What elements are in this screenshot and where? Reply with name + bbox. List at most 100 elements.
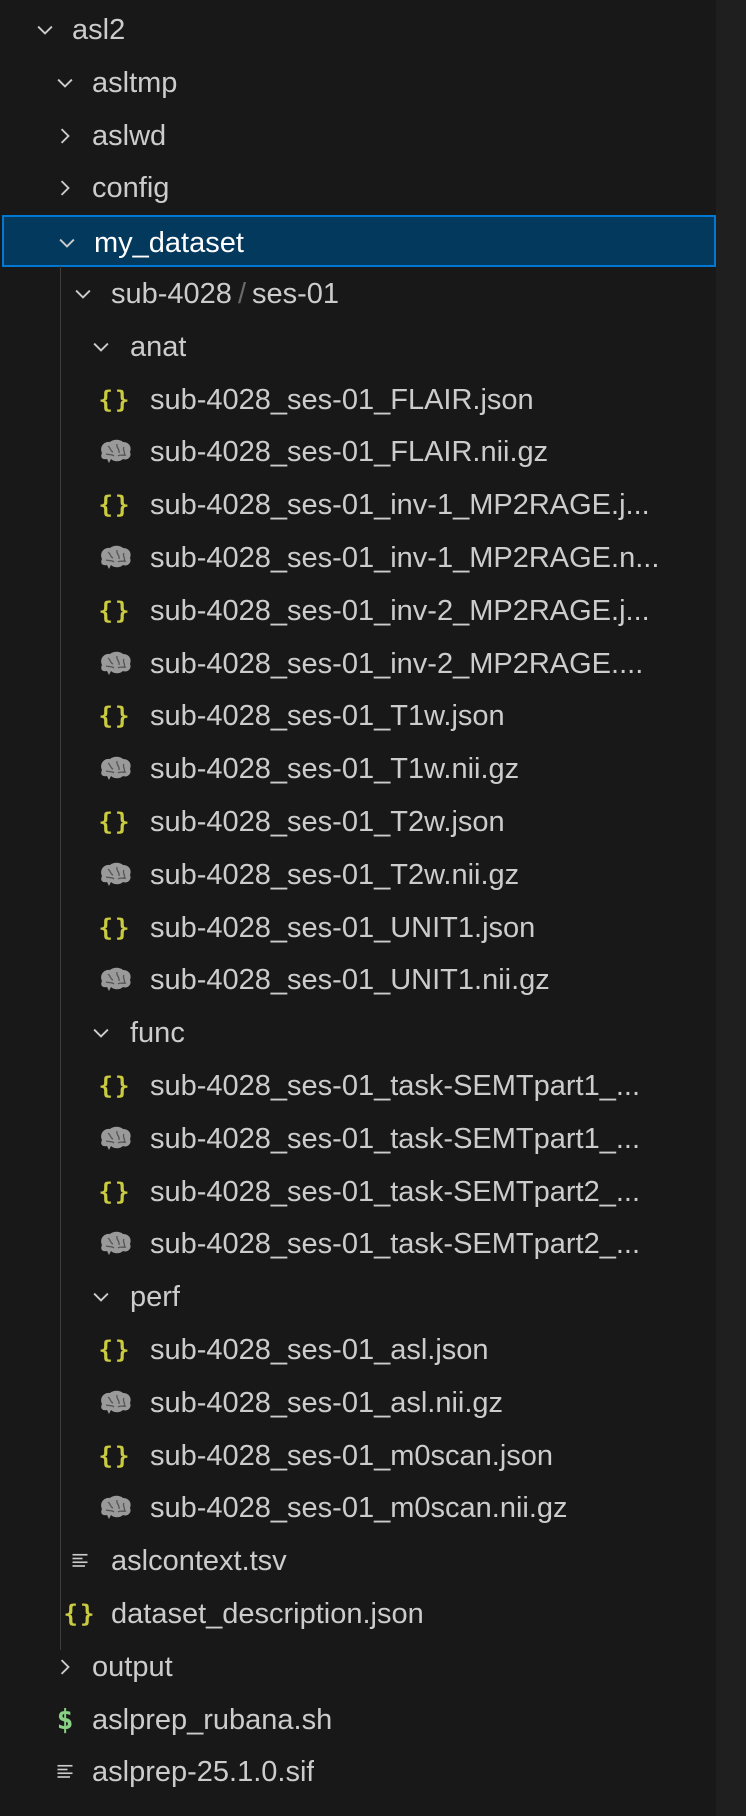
tree-folder-asl2[interactable]: asl2 (0, 4, 716, 56)
tree-item-label: sub-4028_ses-01_UNIT1.nii.gz (150, 954, 550, 1006)
brain-icon (94, 1218, 136, 1270)
tree-file-sub-4028-ses-01-task-semtpart1[interactable]: sub-4028_ses-01_task-SEMTpart1_... (0, 1113, 716, 1165)
tree-file-aslcontext-tsv[interactable]: aslcontext.tsv (0, 1535, 716, 1587)
tree-file-sub-4028-ses-01-asl-json[interactable]: {} sub-4028_ses-01_asl.json (0, 1324, 716, 1376)
indent-guide (60, 266, 61, 1650)
chevron-right-icon[interactable] (50, 1641, 80, 1693)
tree-item-label: sub-4028_ses-01_asl.nii.gz (150, 1377, 503, 1429)
tree-folder-asltmp[interactable]: asltmp (0, 57, 716, 109)
tree-item-label: sub-4028_ses-01_T2w.nii.gz (150, 849, 519, 901)
chevron-down-icon[interactable] (68, 268, 98, 320)
tree-file-sub-4028-ses-01-flair-json[interactable]: {} sub-4028_ses-01_FLAIR.json (0, 374, 716, 426)
chevron-down-icon[interactable] (52, 217, 82, 269)
tree-item-label-text: dataset_description.json (111, 1598, 424, 1630)
tree-file-sub-4028-ses-01-m0scan-nii-gz[interactable]: sub-4028_ses-01_m0scan.nii.gz (0, 1482, 716, 1534)
tree-item-label-text: aslprep_rubana.sh (92, 1703, 333, 1736)
tree-item-label: sub-4028_ses-01_asl.json (150, 1324, 489, 1376)
json-braces-icon: {} (98, 1336, 132, 1364)
tree-item-label: dataset_description.json (111, 1588, 424, 1640)
tree-item-label-segment: ses-01 (252, 278, 340, 310)
tree-file-aslprep-rubana-sh[interactable]: $ aslprep_rubana.sh (0, 1694, 716, 1746)
json-braces-icon: {} (98, 702, 132, 731)
tree-item-label: sub-4028/ses-01 (111, 268, 339, 320)
tree-item-label: aslprep-25.1.0.sif (92, 1746, 314, 1798)
json-braces-icon: {} (98, 596, 132, 625)
tree-file-sub-4028-ses-01-t1w-nii-gz[interactable]: sub-4028_ses-01_T1w.nii.gz (0, 743, 716, 795)
tree-file-sub-4028-ses-01-m0scan-json[interactable]: {} sub-4028_ses-01_m0scan.json (0, 1430, 716, 1482)
tree-file-aslprep-25-1-0-sif[interactable]: aslprep-25.1.0.sif (0, 1746, 716, 1798)
tree-folder-perf[interactable]: perf (0, 1271, 716, 1323)
tree-item-label-text: sub-4028_ses-01_inv-1_MP2RAGE.n... (150, 542, 660, 574)
chevron-down-icon[interactable] (50, 57, 80, 109)
tree-item-label-text: sub-4028_ses-01_m0scan.nii.gz (150, 1492, 568, 1525)
tree-file-sub-4028-ses-01-t2w-nii-gz[interactable]: sub-4028_ses-01_T2w.nii.gz (0, 849, 716, 901)
tree-file-dataset-description-json[interactable]: {} dataset_description.json (0, 1588, 716, 1640)
tree-item-label-text: sub-4028_ses-01_asl.nii.gz (150, 1386, 504, 1419)
tree-item-label: asltmp (92, 57, 177, 109)
dollar-icon: $ (56, 1703, 74, 1737)
chevron-down-icon[interactable] (86, 321, 116, 373)
tree-folder-my-dataset[interactable]: my_dataset (2, 215, 716, 269)
tree-file-sub-4028-ses-01-inv-2-mp2rage[interactable]: sub-4028_ses-01_inv-2_MP2RAGE.... (0, 638, 716, 690)
tree-item-label-text: sub-4028_ses-01_FLAIR.nii.gz (150, 436, 549, 469)
json-braces-icon: {} (98, 491, 132, 520)
brain-icon (94, 1482, 136, 1534)
chevron-right-icon[interactable] (50, 110, 80, 162)
chevron-down-icon[interactable] (86, 1007, 116, 1059)
json-braces-icon: {} (63, 1600, 97, 1628)
tree-file-sub-4028-ses-01-inv-2-mp2rage-j[interactable]: {} sub-4028_ses-01_inv-2_MP2RAGE.j... (0, 585, 716, 637)
tree-item-label: sub-4028_ses-01_FLAIR.json (150, 374, 534, 426)
tree-item-label-text: sub-4028_ses-01_inv-2_MP2RAGE.j... (150, 594, 650, 627)
tree-folder-aslwd[interactable]: aslwd (0, 110, 716, 162)
explorer-tree: asl2 asltmp aslwd config my_dataset sub-4028/… (0, 0, 716, 1816)
json-braces-icon: {} (98, 808, 132, 836)
tree-folder-anat[interactable]: anat (0, 321, 716, 373)
json-braces-icon: {} (98, 1177, 132, 1206)
tree-folder-output[interactable]: output (0, 1641, 716, 1693)
compact-folder-separator: / (237, 278, 246, 310)
chevron-right-icon[interactable] (50, 162, 80, 214)
tree-item-label: sub-4028_ses-01_inv-1_MP2RAGE.j... (150, 479, 650, 531)
tree-item-label-text: sub-4028_ses-01_task-SEMTpart2_... (150, 1175, 641, 1208)
tree-item-label-text: sub-4028_ses-01_task-SEMTpart1_... (150, 1122, 641, 1155)
tree-file-sub-4028-ses-01-task-semtpart2[interactable]: {} sub-4028_ses-01_task-SEMTpart2_... (0, 1166, 716, 1218)
tree-item-label: sub-4028_ses-01_inv-2_MP2RAGE.j... (150, 585, 650, 637)
tree-file-sub-4028-ses-01-unit1-nii-gz[interactable]: sub-4028_ses-01_UNIT1.nii.gz (0, 954, 716, 1006)
tree-file-sub-4028-ses-01-t2w-json[interactable]: {} sub-4028_ses-01_T2w.json (0, 796, 716, 848)
tree-item-label: perf (130, 1271, 180, 1323)
tree-file-sub-4028-ses-01-flair-nii-gz[interactable]: sub-4028_ses-01_FLAIR.nii.gz (0, 426, 716, 478)
tree-item-label: sub-4028_ses-01_FLAIR.nii.gz (150, 426, 548, 478)
brain-icon (94, 532, 136, 584)
tree-item-label: config (92, 162, 169, 214)
tree-item-label-text: sub-4028_ses-01_inv-2_MP2RAGE.... (150, 647, 644, 680)
brain-icon (94, 1113, 136, 1165)
tree-file-sub-4028-ses-01-task-semtpart1[interactable]: {} sub-4028_ses-01_task-SEMTpart1_... (0, 1060, 716, 1112)
tree-folder-sub-4028[interactable]: sub-4028/ses-01 (0, 268, 716, 320)
chevron-down-icon[interactable] (30, 4, 60, 56)
tree-item-label-text: config (92, 172, 170, 205)
text-lines-icon (65, 1535, 95, 1587)
brain-icon (94, 638, 136, 690)
tree-file-sub-4028-ses-01-asl-nii-gz[interactable]: sub-4028_ses-01_asl.nii.gz (0, 1377, 716, 1429)
tree-folder-config[interactable]: config (0, 162, 716, 214)
tree-item-label-text: perf (130, 1281, 180, 1314)
tree-item-label-text: sub-4028_ses-01_T2w.json (150, 806, 505, 838)
tree-item-label: sub-4028_ses-01_UNIT1.json (150, 902, 535, 954)
tree-file-sub-4028-ses-01-unit1-json[interactable]: {} sub-4028_ses-01_UNIT1.json (0, 902, 716, 954)
tree-item-label-text: sub-4028_ses-01_T1w.json (150, 700, 505, 733)
tree-file-sub-4028-ses-01-task-semtpart2[interactable]: sub-4028_ses-01_task-SEMTpart2_... (0, 1218, 716, 1270)
tree-item-label-text: aslprep-25.1.0.sif (92, 1756, 315, 1789)
chevron-down-icon[interactable] (86, 1271, 116, 1323)
tree-item-label-text: func (130, 1017, 185, 1050)
tree-file-sub-4028-ses-01-t1w-json[interactable]: {} sub-4028_ses-01_T1w.json (0, 690, 716, 742)
tree-file-sub-4028-ses-01-inv-1-mp2rage-n[interactable]: sub-4028_ses-01_inv-1_MP2RAGE.n... (0, 532, 716, 584)
tree-item-label-text: my_dataset (94, 227, 244, 260)
text-lines-icon (50, 1746, 80, 1798)
editor-edge (716, 0, 746, 1816)
tree-item-label: sub-4028_ses-01_T1w.nii.gz (150, 743, 519, 795)
tree-file-sub-4028-ses-01-inv-1-mp2rage-j[interactable]: {} sub-4028_ses-01_inv-1_MP2RAGE.j... (0, 479, 716, 531)
tree-item-label: sub-4028_ses-01_m0scan.nii.gz (150, 1482, 568, 1534)
tree-item-label-text: sub-4028_ses-01_task-SEMTpart1_... (150, 1070, 641, 1102)
tree-folder-func[interactable]: func (0, 1007, 716, 1059)
tree-item-label: my_dataset (94, 217, 244, 269)
